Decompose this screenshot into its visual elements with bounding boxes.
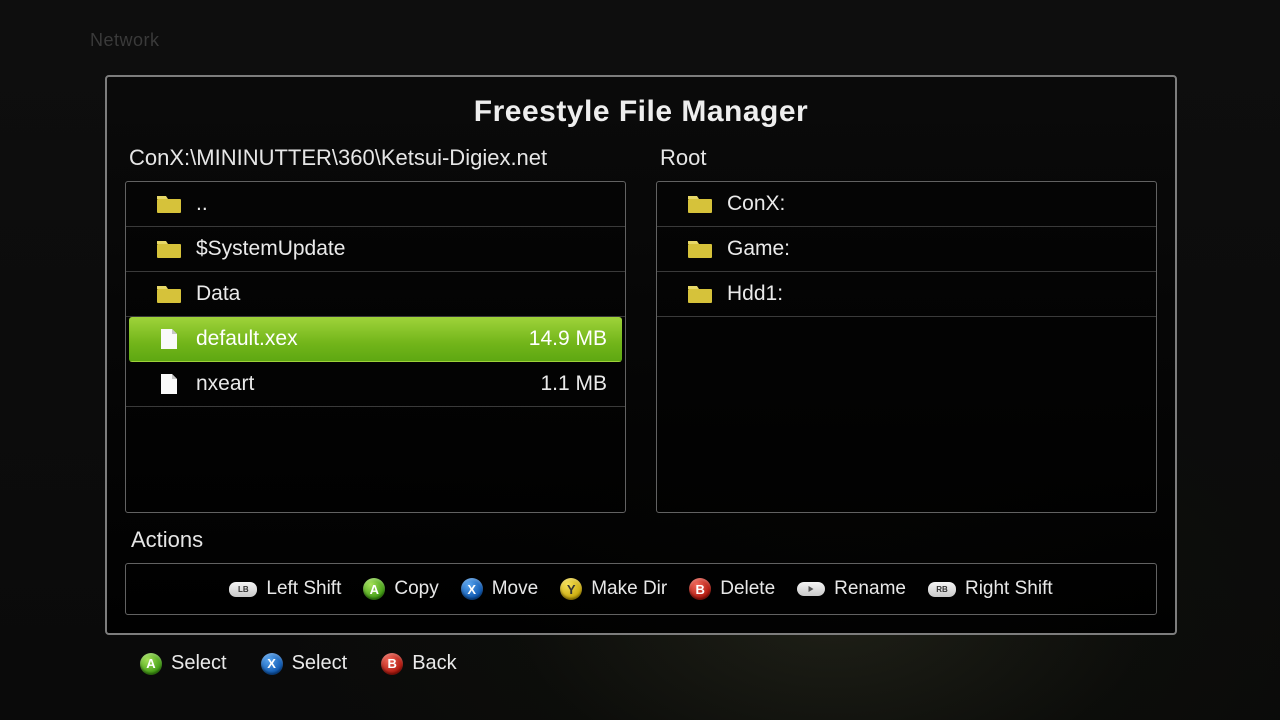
action-hint[interactable]: Rename (797, 578, 906, 600)
action-hint[interactable]: A Copy (363, 578, 438, 600)
x-button-icon: X (461, 578, 483, 600)
b-button-icon: B (381, 653, 403, 675)
item-name: .. (196, 192, 607, 216)
lb-button-icon: LB (229, 582, 257, 597)
item-name: Data (196, 282, 607, 306)
actions-bar: LB Left Shift A Copy X Move Y Make Dir B Delete Re… (125, 563, 1157, 615)
action-label: Delete (720, 578, 775, 600)
b-button-icon: B (689, 578, 711, 600)
item-size: 1.1 MB (540, 372, 607, 396)
action-label: Right Shift (965, 578, 1053, 600)
action-hint[interactable]: RB Right Shift (928, 578, 1053, 600)
folder-icon (156, 283, 182, 305)
footer-hint[interactable]: B Back (381, 652, 456, 675)
file-icon (156, 328, 182, 350)
action-hint[interactable]: LB Left Shift (229, 578, 341, 600)
folder-icon (687, 238, 713, 260)
file-icon (156, 373, 182, 395)
list-item[interactable]: .. (126, 182, 625, 227)
footer-label: Back (412, 652, 456, 675)
split-panes: ConX:\MININUTTER\360\Ketsui-Digiex.net .… (125, 145, 1157, 513)
a-button-icon: A (363, 578, 385, 600)
action-hint[interactable]: X Move (461, 578, 538, 600)
list-item[interactable]: $SystemUpdate (126, 227, 625, 272)
list-item[interactable]: Hdd1: (657, 272, 1156, 317)
dialog-title: Freestyle File Manager (125, 95, 1157, 129)
footer-hints: A Select X Select B Back (140, 652, 457, 675)
item-size: 14.9 MB (529, 327, 607, 351)
action-label: Make Dir (591, 578, 667, 600)
item-name: Hdd1: (727, 282, 1138, 306)
folder-icon (156, 238, 182, 260)
footer-hint[interactable]: X Select (261, 652, 348, 675)
background-network-label: Network (90, 30, 160, 51)
action-hint[interactable]: Y Make Dir (560, 578, 667, 600)
list-item[interactable]: nxeart1.1 MB (126, 362, 625, 407)
item-name: ConX: (727, 192, 1138, 216)
list-item[interactable]: Data (126, 272, 625, 317)
item-name: nxeart (196, 372, 540, 396)
a-button-icon: A (140, 653, 162, 675)
start-button-icon (797, 582, 825, 596)
action-label: Move (492, 578, 538, 600)
right-pane-path: Root (656, 145, 1157, 171)
left-pane: ConX:\MININUTTER\360\Ketsui-Digiex.net .… (125, 145, 626, 513)
action-hint[interactable]: B Delete (689, 578, 775, 600)
item-name: Game: (727, 237, 1138, 261)
item-name: default.xex (196, 327, 529, 351)
folder-icon (156, 193, 182, 215)
action-label: Rename (834, 578, 906, 600)
rb-button-icon: RB (928, 582, 956, 597)
y-button-icon: Y (560, 578, 582, 600)
footer-label: Select (171, 652, 227, 675)
list-item[interactable]: Game: (657, 227, 1156, 272)
folder-icon (687, 193, 713, 215)
file-manager-dialog: Freestyle File Manager ConX:\MININUTTER\… (105, 75, 1177, 635)
list-item[interactable]: default.xex14.9 MB (129, 317, 622, 362)
footer-hint[interactable]: A Select (140, 652, 227, 675)
right-pane: Root ConX: Game: Hdd1: (656, 145, 1157, 513)
left-pane-list[interactable]: ..$SystemUpdateDatadefault.xex14.9 MBnxe… (125, 181, 626, 513)
footer-label: Select (292, 652, 348, 675)
right-pane-list[interactable]: ConX: Game: Hdd1: (656, 181, 1157, 513)
left-pane-path: ConX:\MININUTTER\360\Ketsui-Digiex.net (125, 145, 626, 171)
folder-icon (687, 283, 713, 305)
action-label: Copy (394, 578, 438, 600)
list-item[interactable]: ConX: (657, 182, 1156, 227)
item-name: $SystemUpdate (196, 237, 607, 261)
actions-heading: Actions (125, 527, 1157, 553)
action-label: Left Shift (266, 578, 341, 600)
x-button-icon: X (261, 653, 283, 675)
